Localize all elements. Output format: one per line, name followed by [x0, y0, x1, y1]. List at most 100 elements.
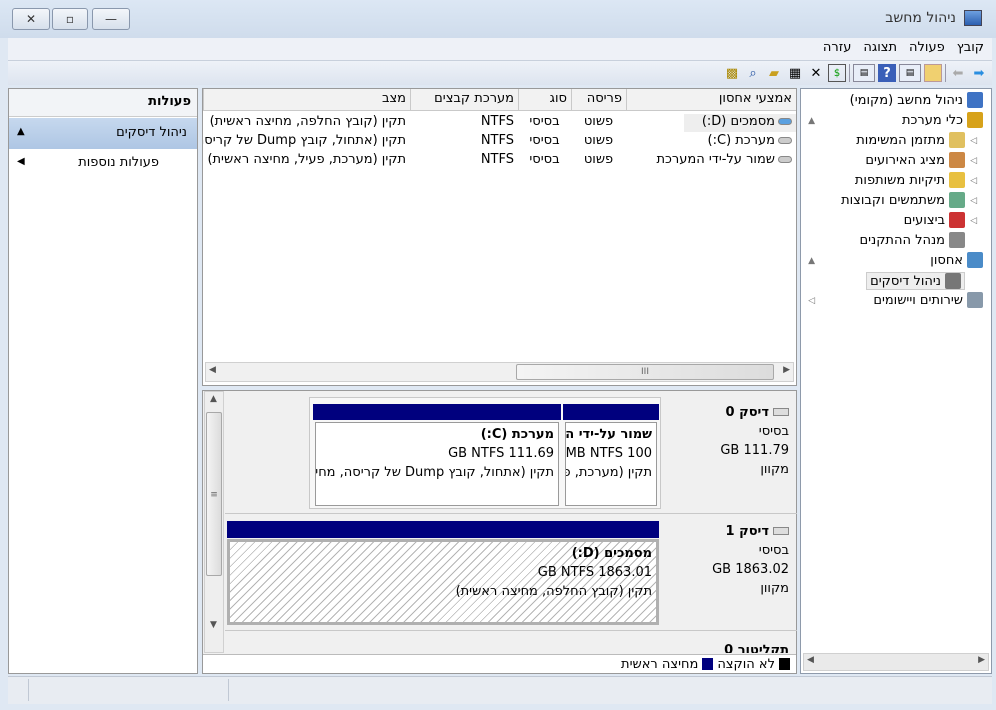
- tree-item-label: אחסון: [930, 252, 963, 268]
- collapse-icon[interactable]: ▲: [17, 126, 25, 137]
- disk-1-info[interactable]: דיסק 1 בסיסי 1863.02 GB מקוון: [663, 522, 789, 598]
- refresh-icon[interactable]: $: [828, 64, 846, 82]
- partition-status: תקין (אתחול, קובץ Dump של קריסה, מחיצה ר…: [315, 465, 554, 480]
- scroll-left-icon[interactable]: ◀: [807, 655, 814, 665]
- scroll-left-icon[interactable]: ◀: [209, 365, 216, 375]
- back-icon[interactable]: ⬅: [949, 64, 967, 82]
- scrollbar-thumb[interactable]: ≡: [206, 412, 222, 576]
- partition-name: מסמכים (D:): [571, 546, 652, 561]
- partition-bar: [313, 404, 561, 420]
- tree-item-label: מציג האירועים: [865, 152, 945, 168]
- legend-label: מחיצה ראשית: [621, 656, 699, 672]
- menu-help[interactable]: עזרה: [817, 38, 857, 60]
- tree-item[interactable]: כלי מערכת: [902, 112, 983, 128]
- table-row[interactable]: מערכת (C:) פשוט בסיסי NTFS תקין (אתחול, קובץ…: [203, 133, 796, 152]
- tree-item[interactable]: מציג האירועים: [865, 152, 965, 168]
- window-title: ניהול מחשב: [885, 10, 956, 26]
- column-volume[interactable]: אמצעי אחסון: [626, 89, 796, 111]
- cell-name: מערכת (C:): [626, 133, 796, 151]
- disk-size: 111.79 GB: [720, 443, 789, 458]
- volume-icon: [778, 156, 792, 163]
- computer-management-icon: [964, 10, 982, 26]
- tree-item[interactable]: מתזמן המשימות: [856, 132, 965, 148]
- submenu-arrow-icon: ◀: [17, 156, 25, 167]
- close-button[interactable]: ✕: [12, 8, 50, 30]
- expander-icon[interactable]: ◁: [970, 156, 977, 166]
- menu-file[interactable]: קובץ: [951, 38, 990, 60]
- tree-item[interactable]: מנהל ההתקנים: [859, 232, 965, 248]
- column-type[interactable]: סוג: [518, 89, 571, 111]
- scroll-up-icon[interactable]: ▲: [210, 394, 217, 404]
- partition-d[interactable]: מסמכים (D:) 1863.01 GB NTFS תקין (קובץ ה…: [227, 539, 659, 625]
- minimize-button[interactable]: —: [92, 8, 130, 30]
- tree-item[interactable]: ניהול מחשב (מקומי): [850, 92, 983, 108]
- cell-text: בסיסי: [529, 133, 560, 148]
- partition-name: שמור על-ידי המערכת: [565, 427, 652, 442]
- up-folder-icon[interactable]: [924, 64, 942, 82]
- performance-icon: [949, 212, 965, 228]
- tree-item[interactable]: ביצועים: [904, 212, 965, 228]
- tree-item[interactable]: משתמשים וקבוצות: [841, 192, 965, 208]
- tree-item[interactable]: ניהול דיסקים: [866, 272, 965, 290]
- expander-icon[interactable]: ◁: [970, 176, 977, 186]
- show-hide-action-pane-icon[interactable]: ▤: [853, 64, 875, 82]
- cell-layout: פשוט: [571, 133, 626, 151]
- tree-item-label: משתמשים וקבוצות: [841, 192, 945, 208]
- column-filesystem[interactable]: מערכת קבצים: [410, 89, 518, 111]
- expander-icon[interactable]: ◁: [970, 216, 977, 226]
- expander-icon[interactable]: ◁: [970, 136, 977, 146]
- restore-button[interactable]: ▫: [52, 8, 88, 30]
- storage-icon: [967, 252, 983, 268]
- partition-name: מערכת (C:): [480, 427, 554, 442]
- partition-bar: [227, 521, 659, 538]
- forward-icon[interactable]: ➡: [970, 64, 988, 82]
- disk-0-info[interactable]: דיסק 0 בסיסי 111.79 GB מקוון: [663, 403, 789, 479]
- tree-horizontal-scrollbar[interactable]: ◀ ▶: [803, 653, 989, 671]
- open-folder-icon[interactable]: ▰: [765, 64, 783, 82]
- expander-icon[interactable]: ◁: [808, 296, 815, 306]
- column-layout[interactable]: פריסה: [571, 89, 626, 111]
- partition-system-reserved[interactable]: שמור על-ידי המערכת 100 MB NTFS תקין (מער…: [565, 422, 657, 506]
- action-label: ניהול דיסקים: [116, 125, 187, 140]
- legend-swatch-unallocated: [779, 658, 790, 670]
- disk-vertical-scrollbar[interactable]: ▲ ≡ ▼: [204, 391, 224, 653]
- divider: [225, 630, 797, 631]
- cdrom-0-info[interactable]: תקליטור 0: [663, 641, 789, 653]
- actions-section-disk-management[interactable]: ניהול דיסקים ▲: [9, 118, 197, 149]
- snap-in-icon[interactable]: ▩: [723, 64, 741, 82]
- tree-item[interactable]: שירותים ויישומים: [873, 292, 983, 308]
- tree-item[interactable]: תיקיות משותפות: [855, 172, 965, 188]
- table-row[interactable]: מסמכים (D:) פשוט בסיסי NTFS תקין (קובץ החלפה…: [203, 114, 796, 133]
- tree-item[interactable]: אחסון: [930, 252, 983, 268]
- computer-management-icon: [967, 92, 983, 108]
- cell-name: שמור על-ידי המערכת: [626, 152, 796, 170]
- cell-text: בסיסי: [529, 114, 560, 129]
- cell-text: מערכת (C:): [707, 133, 775, 148]
- cell-text: תקין (אתחול, קובץ Dump של קריסה, מחיצה ר…: [203, 133, 406, 148]
- partition-c[interactable]: מערכת (C:) 111.69 GB NTFS תקין (אתחול, ק…: [315, 422, 559, 506]
- show-hide-tree-icon[interactable]: ▤: [899, 64, 921, 82]
- column-status[interactable]: מצב: [203, 89, 410, 111]
- table-row[interactable]: שמור על-ידי המערכת פשוט בסיסי NTFS תקין (מער…: [203, 152, 796, 171]
- properties-icon[interactable]: ▦: [786, 64, 804, 82]
- services-icon: [967, 292, 983, 308]
- scroll-right-icon[interactable]: ▶: [783, 365, 790, 375]
- help-icon[interactable]: ?: [878, 64, 896, 82]
- cell-text: שמור על-ידי המערכת: [656, 152, 775, 167]
- menu-action[interactable]: פעולה: [903, 38, 951, 60]
- volume-horizontal-scrollbar[interactable]: ◀ III ▶: [205, 362, 794, 382]
- menu-bar: קובץ פעולה תצוגה עזרה: [8, 38, 992, 60]
- delete-icon[interactable]: ✕: [807, 64, 825, 82]
- menu-view[interactable]: תצוגה: [857, 38, 903, 60]
- actions-more[interactable]: פעולות נוספות ◀: [9, 151, 197, 177]
- cell-text: פשוט: [583, 114, 614, 129]
- scroll-down-icon[interactable]: ▼: [210, 620, 217, 630]
- expander-icon[interactable]: ◁: [970, 196, 977, 206]
- expander-icon[interactable]: ▲: [808, 116, 815, 126]
- scrollbar-thumb[interactable]: III: [516, 364, 774, 380]
- expander-icon[interactable]: ▲: [808, 256, 815, 266]
- search-icon[interactable]: ⌕: [744, 64, 762, 82]
- scroll-right-icon[interactable]: ▶: [978, 655, 985, 665]
- tree-item-label: תיקיות משותפות: [854, 172, 945, 188]
- cell-name: מסמכים (D:): [684, 114, 796, 132]
